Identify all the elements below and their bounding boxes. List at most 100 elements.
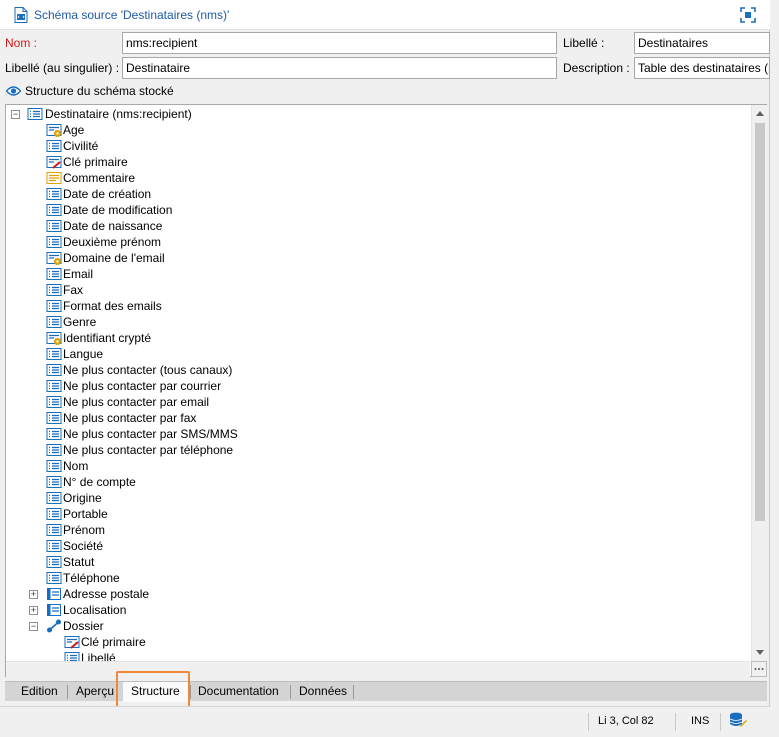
field-icon bbox=[46, 394, 62, 410]
description-field[interactable]: Table des destinataires (p bbox=[634, 57, 770, 79]
field-icon bbox=[46, 378, 62, 394]
form-row-singular: Libellé (au singulier) : Destinataire De… bbox=[0, 57, 770, 81]
tree-node-label: Commentaire bbox=[63, 171, 136, 185]
tree-node-label: Date de création bbox=[63, 187, 152, 201]
field-icon bbox=[46, 506, 62, 522]
tree-node-label: Statut bbox=[63, 555, 95, 569]
expand-toggle-icon[interactable]: + bbox=[29, 590, 38, 599]
computed-field-icon bbox=[46, 250, 62, 266]
title-bar: Schéma source 'Destinataires (nms)' bbox=[0, 0, 770, 30]
collapse-toggle-icon[interactable]: − bbox=[11, 110, 20, 119]
structure-header-label: Structure du schéma stocké bbox=[25, 84, 174, 98]
field-icon bbox=[46, 362, 62, 378]
computed-field-icon bbox=[46, 122, 62, 138]
element-icon bbox=[46, 602, 62, 618]
field-icon bbox=[46, 138, 62, 154]
insert-mode: INS bbox=[691, 715, 710, 727]
maximize-icon[interactable] bbox=[740, 7, 756, 23]
tree-node-label: Clé primaire bbox=[81, 635, 146, 649]
tab-documentation[interactable]: Documentation bbox=[190, 682, 287, 702]
tree-node-label: N° de compte bbox=[63, 475, 136, 489]
tree-node-label: Date de naissance bbox=[63, 219, 163, 233]
field-icon bbox=[46, 218, 62, 234]
expand-toggle-icon[interactable]: + bbox=[29, 606, 38, 615]
database-icon[interactable] bbox=[728, 711, 748, 731]
tree-node-label: Ne plus contacter par téléphone bbox=[63, 443, 234, 457]
field-icon bbox=[46, 426, 62, 442]
tree-node-label: Société bbox=[63, 539, 104, 553]
tree-node-label: Téléphone bbox=[63, 571, 120, 585]
eye-icon bbox=[6, 86, 21, 96]
field-icon bbox=[46, 202, 62, 218]
tree-node-label: Clé primaire bbox=[63, 155, 128, 169]
tab-apercu[interactable]: Aperçu bbox=[68, 682, 122, 702]
tree-node-label: Destinataire (nms:recipient) bbox=[45, 107, 192, 121]
scroll-down-icon[interactable] bbox=[756, 650, 764, 656]
collapse-toggle-icon[interactable]: − bbox=[29, 622, 38, 631]
field-icon bbox=[46, 554, 62, 570]
singular-field[interactable]: Destinataire bbox=[122, 57, 557, 79]
ellipsis-icon bbox=[754, 668, 764, 670]
tab-donnees[interactable]: Données bbox=[291, 682, 355, 702]
tree-node-label: Libellé bbox=[81, 651, 116, 661]
field-icon bbox=[46, 282, 62, 298]
tree-node-label: Civilité bbox=[63, 139, 99, 153]
field-icon bbox=[46, 490, 62, 506]
tree-node-label: Ne plus contacter par email bbox=[63, 395, 210, 409]
tree-node-label: Langue bbox=[63, 347, 104, 361]
libelle-label: Libellé : bbox=[563, 36, 605, 50]
structure-tree: − Destinataire (nms:recipient) Age Civilité… bbox=[6, 105, 750, 661]
bottom-tabs: Edition Aperçu Structure Documentation D… bbox=[5, 681, 767, 702]
tab-structure[interactable]: Structure bbox=[123, 682, 188, 702]
tab-edition[interactable]: Edition bbox=[13, 682, 66, 702]
window-title: Schéma source 'Destinataires (nms)' bbox=[34, 8, 230, 22]
field-icon bbox=[64, 650, 80, 661]
field-icon bbox=[46, 266, 62, 282]
field-icon bbox=[46, 410, 62, 426]
field-icon bbox=[46, 314, 62, 330]
tree-node-label: Nom bbox=[63, 459, 89, 473]
field-icon bbox=[46, 186, 62, 202]
tree-node-label: Ne plus contacter par SMS/MMS bbox=[63, 427, 238, 441]
tree-node-label: Email bbox=[63, 267, 94, 281]
primary-key-icon bbox=[46, 154, 62, 170]
field-icon bbox=[46, 570, 62, 586]
tree-node-label: Age bbox=[63, 123, 85, 137]
libelle-field[interactable]: Destinataires bbox=[634, 32, 770, 54]
field-icon bbox=[46, 474, 62, 490]
link-icon bbox=[46, 618, 62, 634]
tree-node-label: Identifiant crypté bbox=[63, 331, 152, 345]
more-options-button[interactable] bbox=[751, 661, 767, 677]
field-icon bbox=[46, 298, 62, 314]
computed-field-icon bbox=[46, 330, 62, 346]
tree-node-label: Ne plus contacter par fax bbox=[63, 411, 197, 425]
singular-label: Libellé (au singulier) : bbox=[5, 61, 120, 75]
status-bar: Li 3, Col 82 INS bbox=[0, 706, 770, 737]
tree-node-label: Localisation bbox=[63, 603, 127, 617]
status-separator bbox=[588, 713, 589, 731]
scrollbar-thumb[interactable] bbox=[755, 123, 765, 521]
element-icon bbox=[46, 586, 62, 602]
name-label: Nom : bbox=[5, 36, 38, 50]
description-label: Description : bbox=[563, 61, 630, 75]
tree-node-label: Format des emails bbox=[63, 299, 162, 313]
tree-node-label: Deuxième prénom bbox=[63, 235, 162, 249]
field-icon bbox=[46, 522, 62, 538]
name-field[interactable]: nms:recipient bbox=[122, 32, 557, 54]
tree-node-label: Ne plus contacter par courrier bbox=[63, 379, 222, 393]
form-row-name: Nom : nms:recipient Libellé : Destinatai… bbox=[0, 32, 770, 56]
tree-node-label: Date de modification bbox=[63, 203, 173, 217]
vertical-scrollbar[interactable] bbox=[751, 105, 767, 661]
tree-node-label: Origine bbox=[63, 491, 102, 505]
structure-tree-panel: − Destinataire (nms:recipient) Age Civilité… bbox=[5, 104, 767, 677]
tree-node-label: Fax bbox=[63, 283, 84, 297]
memo-field-icon bbox=[46, 170, 62, 186]
horizontal-scroll-area bbox=[6, 661, 750, 677]
field-icon bbox=[46, 442, 62, 458]
tree-node-label: Adresse postale bbox=[63, 587, 150, 601]
schema-document-icon bbox=[14, 7, 28, 23]
scroll-up-icon[interactable] bbox=[756, 110, 764, 116]
cursor-position: Li 3, Col 82 bbox=[598, 715, 654, 727]
status-separator bbox=[675, 713, 676, 731]
field-icon bbox=[46, 234, 62, 250]
